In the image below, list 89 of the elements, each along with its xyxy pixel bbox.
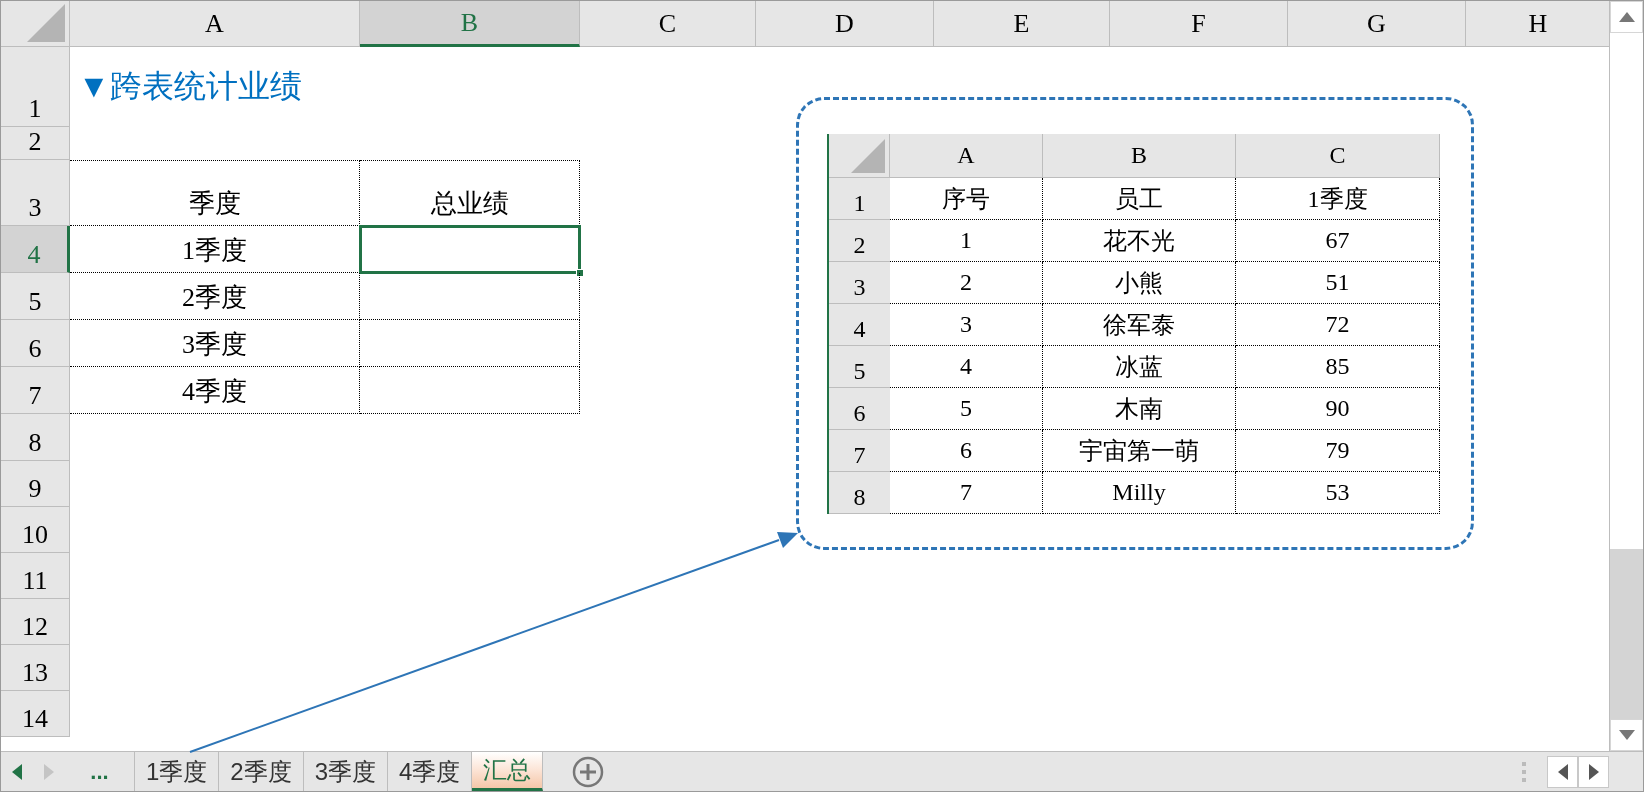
table-cell: 5 bbox=[890, 388, 1043, 430]
row-header[interactable]: 1 bbox=[1, 47, 70, 127]
sheet-title: ▼跨表统计业绩 bbox=[77, 67, 303, 106]
table-cell: 宇宙第一萌 bbox=[1043, 430, 1236, 472]
sheet-tab[interactable]: 2季度 bbox=[219, 752, 304, 791]
header-cell: 序号 bbox=[890, 178, 1043, 220]
scroll-up-button[interactable] bbox=[1610, 1, 1643, 33]
header-cell: 员工 bbox=[1043, 178, 1236, 220]
splitter-dots-icon[interactable] bbox=[1521, 760, 1527, 783]
scroll-thumb[interactable] bbox=[1610, 549, 1643, 720]
corner-triangle-icon bbox=[27, 4, 65, 42]
left-triangle-icon bbox=[12, 763, 22, 780]
sheet-tab[interactable]: 3季度 bbox=[303, 752, 389, 791]
table-cell: 2季度 bbox=[70, 273, 360, 320]
corner-triangle-icon bbox=[851, 139, 885, 173]
row-header[interactable]: 10 bbox=[1, 507, 70, 553]
right-triangle-icon bbox=[1588, 763, 1599, 780]
column-header[interactable]: G bbox=[1288, 1, 1466, 47]
row-header: 8 bbox=[829, 472, 890, 514]
row-header[interactable]: 2 bbox=[1, 127, 70, 160]
table-cell: Milly bbox=[1043, 472, 1236, 514]
table-cell: 3 bbox=[890, 304, 1043, 346]
table-cell: 90 bbox=[1236, 388, 1440, 430]
table-cell: 3季度 bbox=[70, 320, 360, 367]
row-header[interactable]: 5 bbox=[1, 273, 70, 320]
row-header: 1 bbox=[829, 178, 890, 220]
table-cell: 53 bbox=[1236, 472, 1440, 514]
row-header: 4 bbox=[829, 304, 890, 346]
column-header[interactable]: D bbox=[756, 1, 934, 47]
row-header: 3 bbox=[829, 262, 890, 304]
column-header[interactable]: H bbox=[1466, 1, 1609, 47]
table-cell: 51 bbox=[1236, 262, 1440, 304]
column-header: C bbox=[1236, 134, 1440, 178]
right-triangle-icon bbox=[44, 763, 54, 780]
table-cell: 2 bbox=[890, 262, 1043, 304]
header-cell: 1季度 bbox=[1236, 178, 1440, 220]
header-cell: 总业绩 bbox=[360, 160, 580, 226]
table-cell: 1 bbox=[890, 220, 1043, 262]
down-triangle-icon bbox=[1618, 730, 1635, 741]
add-sheet-icon[interactable] bbox=[572, 755, 605, 788]
row-header[interactable]: 9 bbox=[1, 461, 70, 507]
empty-cell[interactable] bbox=[360, 367, 580, 414]
table-cell: 徐军泰 bbox=[1043, 304, 1236, 346]
row-header: 7 bbox=[829, 430, 890, 472]
table-cell: 小熊 bbox=[1043, 262, 1236, 304]
table-cell: 79 bbox=[1236, 430, 1440, 472]
row-header: 5 bbox=[829, 346, 890, 388]
fill-handle[interactable] bbox=[576, 269, 584, 277]
table-cell: 花不光 bbox=[1043, 220, 1236, 262]
left-triangle-icon bbox=[1557, 763, 1568, 780]
row-header[interactable]: 13 bbox=[1, 645, 70, 691]
more-sheets-button[interactable]: ... bbox=[65, 752, 135, 791]
table-cell: 72 bbox=[1236, 304, 1440, 346]
table-cell: 4 bbox=[890, 346, 1043, 388]
row-header[interactable]: 7 bbox=[1, 367, 70, 414]
row-header[interactable]: 11 bbox=[1, 553, 70, 599]
row-header[interactable]: 12 bbox=[1, 599, 70, 645]
sheet-tab[interactable]: 汇总 bbox=[472, 752, 544, 791]
column-header: B bbox=[1043, 134, 1236, 178]
table-cell: 4季度 bbox=[70, 367, 360, 414]
row-header[interactable]: 14 bbox=[1, 691, 70, 737]
header-cell: 季度 bbox=[70, 160, 360, 226]
row-header[interactable]: 3 bbox=[1, 160, 70, 226]
vertical-scrollbar[interactable] bbox=[1609, 1, 1643, 752]
column-header[interactable]: B bbox=[360, 1, 580, 47]
table-cell: 6 bbox=[890, 430, 1043, 472]
row-header[interactable]: 6 bbox=[1, 320, 70, 367]
table-cell: 木南 bbox=[1043, 388, 1236, 430]
row-header: 2 bbox=[829, 220, 890, 262]
table-cell: 67 bbox=[1236, 220, 1440, 262]
table-cell: 1季度 bbox=[70, 226, 360, 273]
sheet-tab[interactable]: 1季度 bbox=[135, 752, 220, 791]
scroll-right-button[interactable] bbox=[1578, 755, 1609, 788]
table-cell: 7 bbox=[890, 472, 1043, 514]
empty-cell[interactable] bbox=[360, 320, 580, 367]
column-header[interactable]: F bbox=[1110, 1, 1288, 47]
scroll-left-button[interactable] bbox=[1547, 755, 1578, 788]
column-header[interactable]: A bbox=[70, 1, 360, 47]
row-header[interactable]: 4 bbox=[1, 226, 70, 273]
row-header: 6 bbox=[829, 388, 890, 430]
column-header[interactable]: C bbox=[580, 1, 756, 47]
column-header: A bbox=[890, 134, 1043, 178]
scroll-down-button[interactable] bbox=[1610, 719, 1643, 752]
row-header[interactable]: 8 bbox=[1, 414, 70, 461]
empty-cell[interactable] bbox=[360, 273, 580, 320]
table-cell: 冰蓝 bbox=[1043, 346, 1236, 388]
column-header[interactable]: E bbox=[934, 1, 1110, 47]
table-cell: 85 bbox=[1236, 346, 1440, 388]
up-triangle-icon bbox=[1618, 12, 1635, 22]
